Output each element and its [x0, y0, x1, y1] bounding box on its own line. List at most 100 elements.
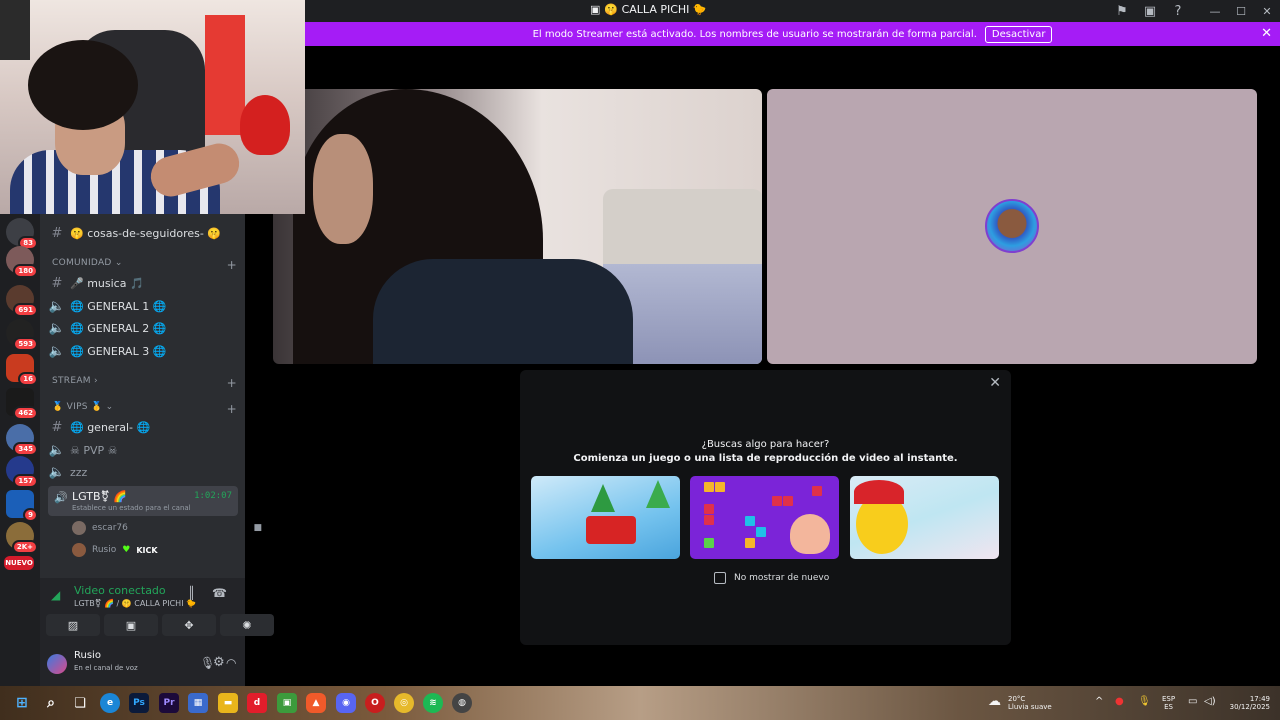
voice-status[interactable]: Video conectado — [74, 584, 166, 597]
disconnect-icon[interactable]: ☎ — [212, 586, 227, 600]
tree-icon — [591, 484, 615, 512]
mention-badge: 345 — [13, 442, 38, 456]
voice-member[interactable]: escar76 ■ — [72, 519, 262, 537]
server-icon[interactable]: 180 — [6, 246, 38, 278]
minimize-button[interactable]: — — [1202, 0, 1228, 22]
video-tile-avatar[interactable] — [767, 89, 1257, 364]
channel-musica[interactable]: # 🎤 musica 🎵 — [48, 273, 238, 293]
activity-card-chick-game[interactable] — [850, 476, 999, 559]
chevron-right-icon: › — [94, 376, 98, 386]
server-icon[interactable]: 593 — [6, 319, 38, 351]
server-icon[interactable]: 16 — [6, 354, 38, 386]
add-channel-icon[interactable]: + — [227, 258, 237, 272]
volume-icon[interactable]: ◁) — [1204, 696, 1216, 707]
title-bar-controls: ⚑ ▣ ? — ☐ ✕ — [1108, 0, 1280, 22]
search-icon[interactable]: ⌕ — [41, 693, 61, 713]
curly-hair-shape — [28, 40, 138, 130]
channel-pvp[interactable]: 🔈 ☠ PVP ☠ — [48, 440, 238, 460]
channel-general-2[interactable]: 🔈 🌐 GENERAL 2 🌐 — [48, 318, 238, 338]
minecraft-icon[interactable]: ▣ — [277, 693, 297, 713]
noise-suppression-icon[interactable]: ║ — [188, 586, 195, 600]
chrome-icon[interactable]: ◎ — [394, 693, 414, 713]
channel-general-1[interactable]: 🔈 🌐 GENERAL 1 🌐 — [48, 296, 238, 316]
server-icon[interactable]: 462 — [6, 388, 38, 420]
windows-start-icon[interactable]: ⊞ — [12, 693, 32, 713]
opera-icon[interactable]: O — [365, 693, 385, 713]
add-channel-icon[interactable]: + — [227, 376, 237, 390]
weather-widget[interactable]: 20°C Lluvia suave — [1008, 686, 1052, 720]
close-icon[interactable]: ✕ — [989, 375, 1001, 391]
person-shirt-shape — [373, 259, 633, 364]
user-name[interactable]: Rusio — [74, 650, 101, 661]
streamer-mode-message: El modo Streamer está activado. Los nomb… — [532, 28, 977, 40]
active-voice-channel[interactable]: 🔊 LGTB⚧ 🌈 1:02:07 Establece un estado pa… — [48, 486, 238, 516]
server-icon[interactable]: 83 — [6, 218, 38, 250]
category-label: 🥇 VIPS 🥇 — [52, 402, 103, 412]
streamer-mode-banner: El modo Streamer está activado. Los nomb… — [305, 22, 1280, 46]
help-icon[interactable]: ? — [1164, 0, 1192, 22]
folder-icon[interactable]: ▬ — [218, 693, 238, 713]
edge-icon[interactable]: e — [100, 693, 120, 713]
server-icon[interactable]: 157 — [6, 456, 38, 488]
channel-general-vips[interactable]: # 🌐 general- 🌐 — [48, 417, 238, 437]
voice-location[interactable]: LGTB⚧ 🌈 / 🤫 CALLA PICHI 🐤 — [74, 599, 196, 608]
category-vips[interactable]: 🥇 VIPS 🥇 ⌄ + — [52, 402, 237, 416]
obs-icon[interactable]: ◍ — [452, 693, 472, 713]
brave-icon[interactable]: ▲ — [306, 693, 326, 713]
signal-icon: ◢ — [51, 588, 61, 602]
channel-zzz[interactable]: 🔈 zzz — [48, 462, 238, 482]
close-icon[interactable]: ✕ — [1261, 26, 1272, 41]
activity-card-blocks-game[interactable] — [690, 476, 839, 559]
activity-card-truck-game[interactable] — [531, 476, 680, 559]
category-comunidad[interactable]: COMUNIDAD ⌄ + — [52, 258, 237, 272]
channel-general-3[interactable]: 🔈 🌐 GENERAL 3 🌐 — [48, 341, 238, 361]
screen-share-icon[interactable]: ▣ — [1136, 0, 1164, 22]
server-icon[interactable]: 345 — [6, 424, 38, 456]
category-stream[interactable]: STREAM › + — [52, 376, 237, 390]
microphone-icon[interactable]: 🎙 — [1138, 696, 1151, 707]
headphones-icon[interactable]: ◠ — [226, 656, 236, 670]
flag-icon[interactable]: ⚑ — [1108, 0, 1136, 22]
avatar[interactable] — [47, 654, 67, 674]
dont-show-again-row[interactable]: No mostrar de nuevo — [714, 572, 829, 584]
network-icon[interactable]: ▭ — [1188, 696, 1197, 707]
speaker-icon: 🔈 — [48, 442, 66, 458]
chevron-up-icon[interactable]: ^ — [1095, 696, 1103, 707]
mention-badge: 16 — [18, 372, 38, 386]
dont-show-again-checkbox[interactable] — [714, 572, 726, 584]
block-shape — [715, 482, 725, 492]
channel-label: 🎤 musica 🎵 — [70, 276, 144, 290]
task-view-icon[interactable]: ❏ — [70, 693, 90, 713]
discord-icon[interactable]: ◉ — [336, 693, 356, 713]
channel-cosas-de-seguidores[interactable]: # 🤫 cosas-de-seguidores- 🤫 — [48, 223, 238, 243]
disable-streamer-mode-button[interactable]: Desactivar — [984, 25, 1053, 43]
mention-badge: 691 — [13, 303, 38, 317]
app-icon[interactable]: d — [247, 693, 267, 713]
server-icon[interactable]: 691 — [6, 285, 38, 317]
clock[interactable]: 17:49 30/12/2025 — [1226, 686, 1270, 720]
voice-member[interactable]: Rusio ♥ KICK — [72, 541, 158, 559]
video-tile-camera[interactable] — [273, 89, 762, 364]
shelf-shape — [205, 15, 245, 135]
store-icon[interactable]: ▦ — [188, 693, 208, 713]
add-channel-icon[interactable]: + — [227, 402, 237, 416]
activities-button[interactable]: ✥ — [162, 614, 216, 636]
speaker-active-icon: 🔊 — [54, 491, 68, 504]
record-icon[interactable]: ● — [1115, 696, 1124, 707]
soundboard-button[interactable]: ✺ — [220, 614, 274, 636]
premiere-icon[interactable]: Pr — [159, 693, 179, 713]
close-window-button[interactable]: ✕ — [1254, 0, 1280, 22]
spotify-icon[interactable]: ≋ — [423, 693, 443, 713]
channel-status-prompt[interactable]: Establece un estado para el canal — [72, 504, 191, 512]
language-indicator[interactable]: ESP ES — [1162, 686, 1175, 720]
server-icon[interactable]: 2K+ — [6, 522, 38, 554]
mention-badge: 180 — [13, 264, 38, 278]
share-screen-button[interactable]: ▣ — [104, 614, 158, 636]
photoshop-icon[interactable]: Ps — [129, 693, 149, 713]
settings-gear-icon[interactable]: ⚙ — [213, 655, 225, 670]
server-icon[interactable]: 9 — [6, 490, 38, 522]
maximize-button[interactable]: ☐ — [1228, 0, 1254, 22]
block-shape — [756, 527, 766, 537]
camera-off-button[interactable]: ▨ — [46, 614, 100, 636]
new-server-badge[interactable]: NUEVO — [4, 556, 34, 570]
